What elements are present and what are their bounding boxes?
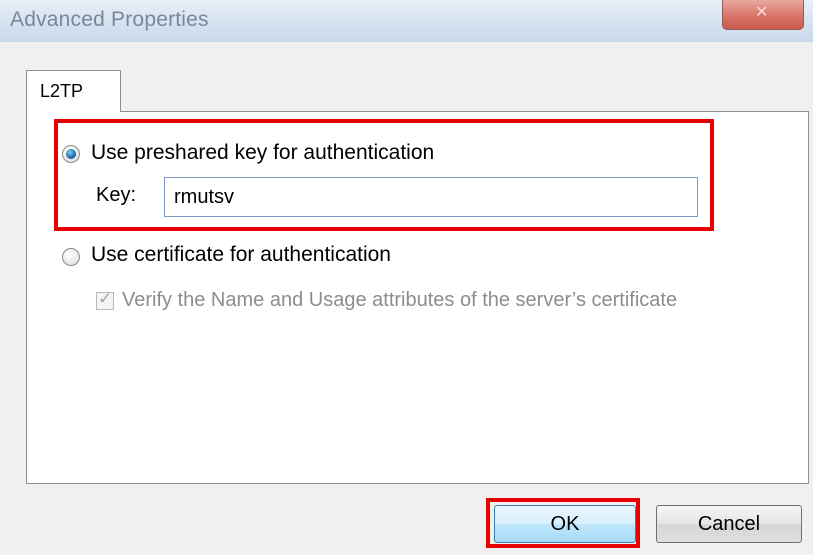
tab-label: L2TP bbox=[40, 81, 84, 101]
checkmark-icon: ✓ bbox=[98, 289, 113, 308]
key-label: Key: bbox=[96, 184, 137, 206]
certificate-radio[interactable] bbox=[62, 248, 80, 266]
certificate-label[interactable]: Use certificate for authentication bbox=[91, 243, 391, 267]
preshared-key-radio[interactable] bbox=[62, 145, 80, 163]
cancel-button[interactable]: Cancel bbox=[656, 505, 802, 543]
preshared-key-label[interactable]: Use preshared key for authentication bbox=[91, 141, 434, 165]
tab-l2tp[interactable]: L2TP bbox=[26, 70, 121, 112]
close-button[interactable]: ✕ bbox=[722, 0, 804, 30]
close-icon: ✕ bbox=[755, 4, 769, 21]
ok-button[interactable]: OK bbox=[494, 505, 636, 543]
window-title: Advanced Properties bbox=[10, 8, 209, 31]
key-input[interactable] bbox=[164, 177, 698, 217]
verify-checkbox[interactable]: ✓ bbox=[96, 289, 114, 310]
advanced-properties-dialog: Advanced Properties ✕ L2TP Use preshared… bbox=[0, 0, 813, 555]
verify-label: Verify the Name and Usage attributes of … bbox=[122, 289, 678, 311]
title-bar: Advanced Properties ✕ bbox=[0, 0, 813, 42]
